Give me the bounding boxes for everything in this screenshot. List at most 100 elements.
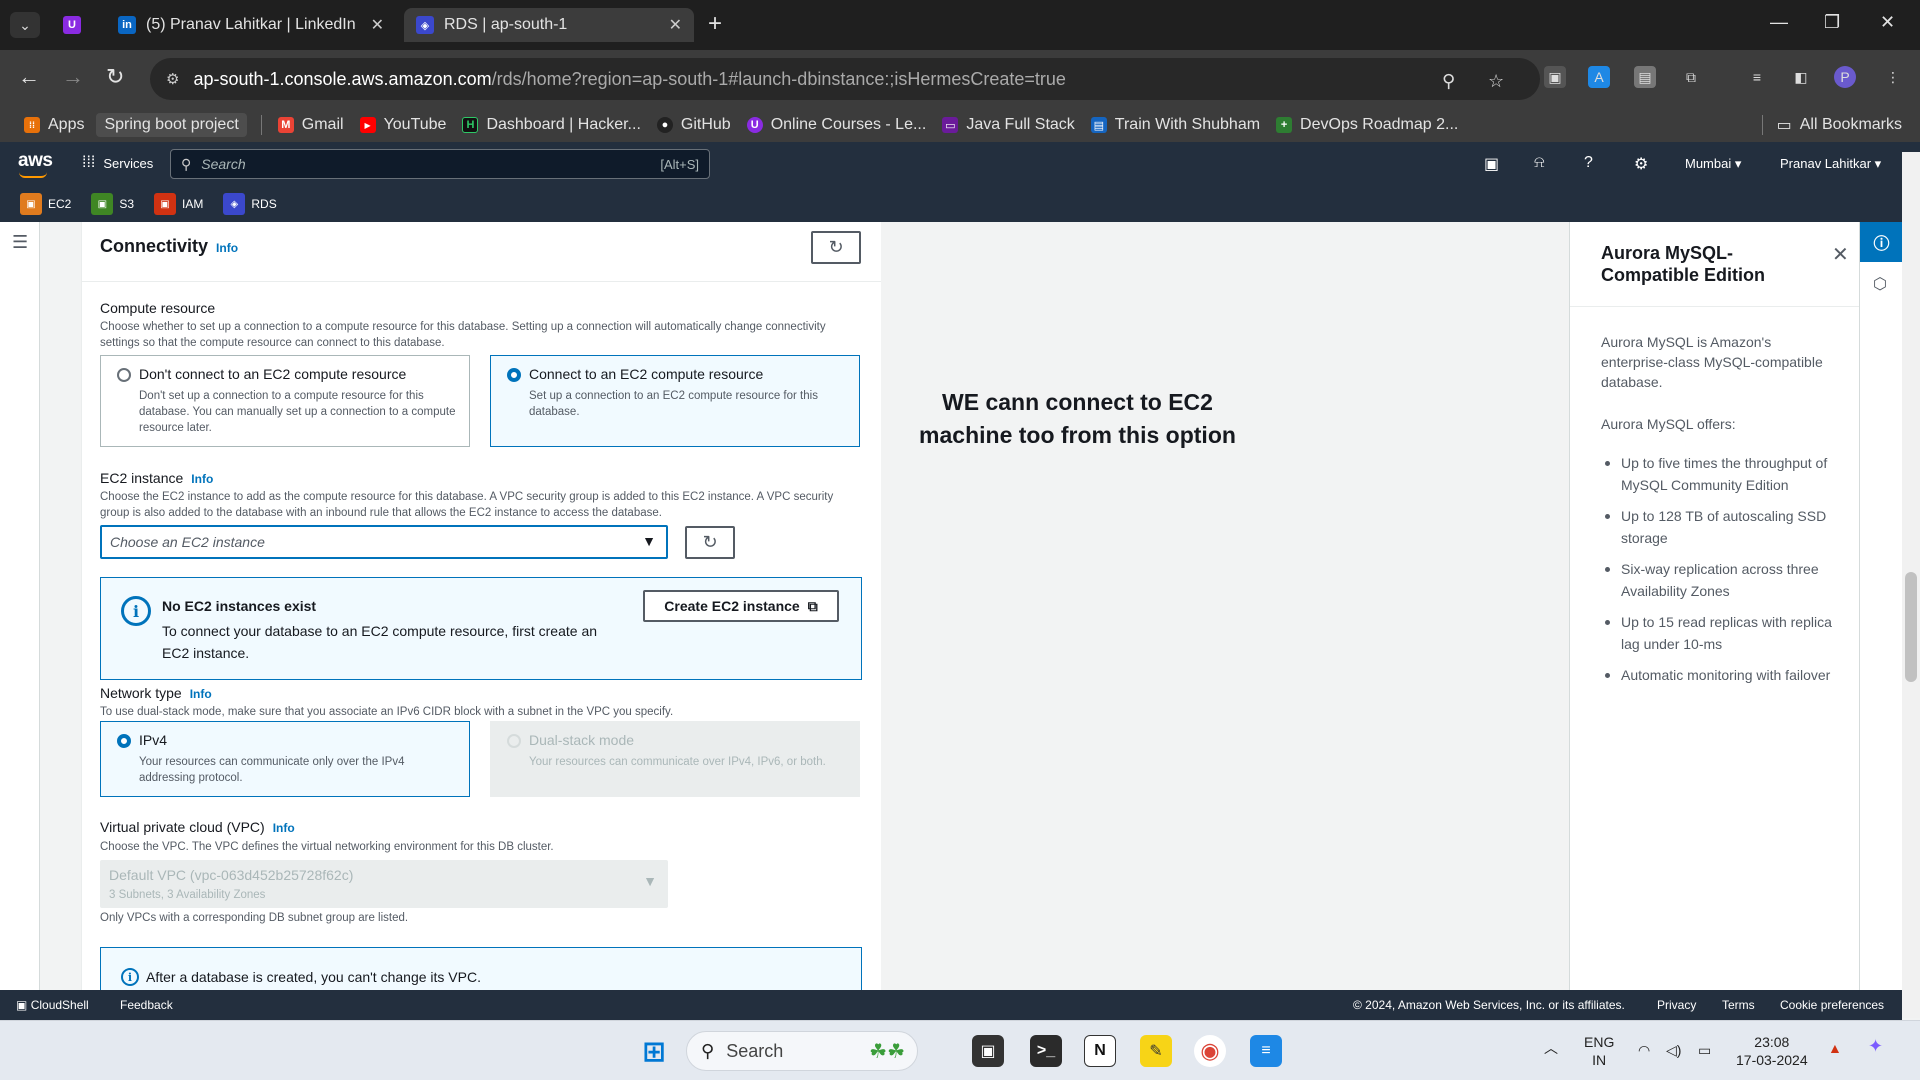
favorite-iam[interactable]: ▣ IAM — [154, 193, 203, 215]
rds-icon: ◈ — [416, 16, 434, 34]
reload-button[interactable]: ↻ — [106, 66, 124, 88]
info-panel-toggle[interactable]: ⓘ — [1860, 222, 1903, 262]
services-menu-button[interactable]: ⁞⁞⁞ Services — [82, 154, 153, 172]
zoom-icon[interactable]: ⚲ — [1442, 71, 1455, 92]
profile-avatar[interactable]: P — [1834, 66, 1856, 88]
clock[interactable]: 23:08 17-03-2024 — [1736, 1033, 1808, 1069]
minimize-button[interactable]: — — [1770, 12, 1788, 33]
tab-linkedin[interactable]: in (5) Pranav Lahitkar | LinkedIn ✕ — [106, 8, 396, 42]
volume-icon[interactable]: ◁) — [1666, 1041, 1681, 1059]
url-input[interactable]: ⚙ ap-south-1.console.aws.amazon.com/rds/… — [150, 58, 1540, 100]
tab-label: RDS | ap-south-1 — [444, 16, 568, 33]
new-tab-button[interactable]: + — [708, 12, 722, 36]
close-icon[interactable]: ✕ — [669, 15, 682, 35]
favorite-s3[interactable]: ▣ S3 — [91, 193, 134, 215]
scrollbar-thumb[interactable] — [1905, 572, 1917, 682]
bookmark-java-full-stack[interactable]: ▭ Java Full Stack — [942, 116, 1075, 134]
favorite-ec2[interactable]: ▣ EC2 — [20, 193, 71, 215]
menu-hamburger-icon[interactable]: ☰ — [12, 232, 28, 253]
no-ec2-alert: i No EC2 instances exist To connect your… — [100, 577, 862, 680]
media-icon[interactable]: ≡ — [1746, 66, 1768, 88]
notepad-icon[interactable]: ≡ — [1250, 1035, 1282, 1067]
compute-resource-label: Compute resource — [100, 300, 216, 316]
bookmark-apps[interactable]: ⁞⁞ Apps — [24, 116, 84, 134]
settings-gear-icon[interactable]: ⚙ — [1634, 154, 1648, 174]
feedback-link[interactable]: Feedback — [120, 998, 173, 1012]
help-icon[interactable]: ? — [1584, 154, 1593, 172]
bookmark-devops-roadmap[interactable]: + DevOps Roadmap 2... — [1276, 116, 1458, 134]
browser-menu-icon[interactable]: ⋮ — [1882, 66, 1904, 88]
info-link[interactable]: Info — [273, 821, 295, 835]
help-paragraph: Aurora MySQL is Amazon's enterprise-clas… — [1601, 334, 1823, 390]
task-view-icon[interactable]: ▣ — [972, 1035, 1004, 1067]
copilot-icon[interactable]: ✦ — [1868, 1037, 1883, 1055]
cookie-preferences-link[interactable]: Cookie preferences — [1780, 998, 1884, 1012]
ec2-instance-select[interactable]: Choose an EC2 instance ▼ — [100, 525, 668, 559]
cloudshell-link[interactable]: ▣ CloudShell — [16, 998, 89, 1012]
page-scrollbar[interactable] — [1902, 152, 1920, 1018]
windows-start-icon[interactable]: ⊞ — [638, 1035, 670, 1067]
info-link[interactable]: Info — [190, 687, 212, 701]
site-info-icon[interactable]: ⚙ — [166, 70, 179, 88]
favorite-rds[interactable]: ◈ RDS — [223, 193, 277, 215]
bookmark-hackerrank[interactable]: H Dashboard | Hacker... — [462, 116, 641, 134]
extension-icon[interactable]: ▣ — [1544, 66, 1566, 88]
list-item: Automatic monitoring with failover — [1601, 664, 1841, 686]
aws-search-input[interactable]: ⚲ Search [Alt+S] — [170, 149, 710, 179]
aws-logo[interactable]: aws — [18, 150, 53, 178]
youtube-icon: ▶ — [359, 117, 376, 133]
bookmark-online-courses[interactable]: U Online Courses - Le... — [746, 116, 926, 134]
bookmark-star-icon[interactable]: ☆ — [1488, 71, 1504, 92]
bookmark-youtube[interactable]: ▶ YouTube — [359, 116, 446, 134]
radio-button[interactable] — [117, 368, 131, 382]
forward-button[interactable]: → — [62, 66, 84, 88]
extension-icon[interactable]: A — [1588, 66, 1610, 88]
close-icon[interactable]: ✕ — [1832, 242, 1849, 267]
info-link[interactable]: Info — [216, 241, 238, 255]
info-link[interactable]: Info — [191, 472, 213, 486]
bookmark-train-with-shubham[interactable]: ▤ Train With Shubham — [1090, 116, 1260, 134]
tab-search-button[interactable]: ⌄ — [10, 12, 40, 38]
cloudshell-icon[interactable]: ▣ — [1484, 154, 1499, 174]
language-indicator[interactable]: ENG IN — [1584, 1033, 1614, 1069]
sticky-notes-icon[interactable]: ✎ — [1140, 1035, 1172, 1067]
compute-resource-description: Choose whether to set up a connection to… — [100, 321, 826, 349]
account-menu[interactable]: Pranav Lahitkar ▾ — [1780, 156, 1881, 172]
refresh-button[interactable]: ↻ — [811, 231, 861, 264]
tab-pinned[interactable]: U — [52, 8, 92, 42]
info-icon: ⓘ — [1873, 236, 1890, 253]
region-selector[interactable]: Mumbai ▾ — [1685, 156, 1741, 172]
bookmark-spring-boot[interactable]: Spring boot project — [96, 113, 247, 137]
extension-icon[interactable]: ▤ — [1634, 66, 1656, 88]
radio-button-selected[interactable] — [117, 734, 131, 748]
close-window-button[interactable]: ✕ — [1880, 12, 1895, 33]
notification-bell-icon[interactable]: ▲ — [1828, 1039, 1842, 1057]
ec2-refresh-button[interactable]: ↻ — [685, 526, 735, 559]
radio-button-selected[interactable] — [507, 368, 521, 382]
battery-icon[interactable]: ▭ — [1698, 1041, 1711, 1059]
terminal-icon[interactable]: >_ — [1030, 1035, 1062, 1067]
all-bookmarks[interactable]: ▭ All Bookmarks — [1748, 115, 1902, 135]
radio-dont-connect-ec2[interactable]: Don't connect to an EC2 compute resource… — [100, 355, 470, 447]
bookmark-gmail[interactable]: M Gmail — [277, 116, 344, 134]
restore-button[interactable]: ❐ — [1824, 12, 1840, 33]
notifications-bell-icon[interactable]: ⍾ — [1534, 154, 1545, 172]
show-hidden-icons[interactable]: ︿ — [1544, 1039, 1558, 1057]
taskbar-search[interactable]: ⚲ Search ☘☘ — [686, 1031, 918, 1071]
back-button[interactable]: ← — [18, 66, 40, 88]
notion-icon[interactable]: N — [1084, 1035, 1116, 1067]
radio-ipv4[interactable]: IPv4 Your resources can communicate only… — [100, 721, 470, 797]
bookmarks-bar: ⁞⁞ Apps Spring boot project M Gmail ▶ Yo… — [0, 108, 1920, 142]
extensions-puzzle-icon[interactable]: ⧉ — [1680, 66, 1702, 88]
create-ec2-instance-button[interactable]: Create EC2 instance ⧉ — [643, 590, 839, 622]
terms-link[interactable]: Terms — [1722, 998, 1755, 1012]
chrome-icon[interactable]: ◉ — [1194, 1035, 1226, 1067]
tab-rds[interactable]: ◈ RDS | ap-south-1 ✕ — [404, 8, 694, 42]
privacy-link[interactable]: Privacy — [1657, 998, 1696, 1012]
radio-connect-ec2[interactable]: Connect to an EC2 compute resource Set u… — [490, 355, 860, 447]
close-icon[interactable]: ✕ — [371, 15, 384, 35]
side-panel-icon[interactable]: ◧ — [1790, 66, 1812, 88]
tutorial-icon[interactable]: ⬡ — [1873, 274, 1887, 294]
bookmark-github[interactable]: ● GitHub — [656, 116, 731, 134]
wifi-icon[interactable]: ◠ — [1638, 1041, 1650, 1059]
